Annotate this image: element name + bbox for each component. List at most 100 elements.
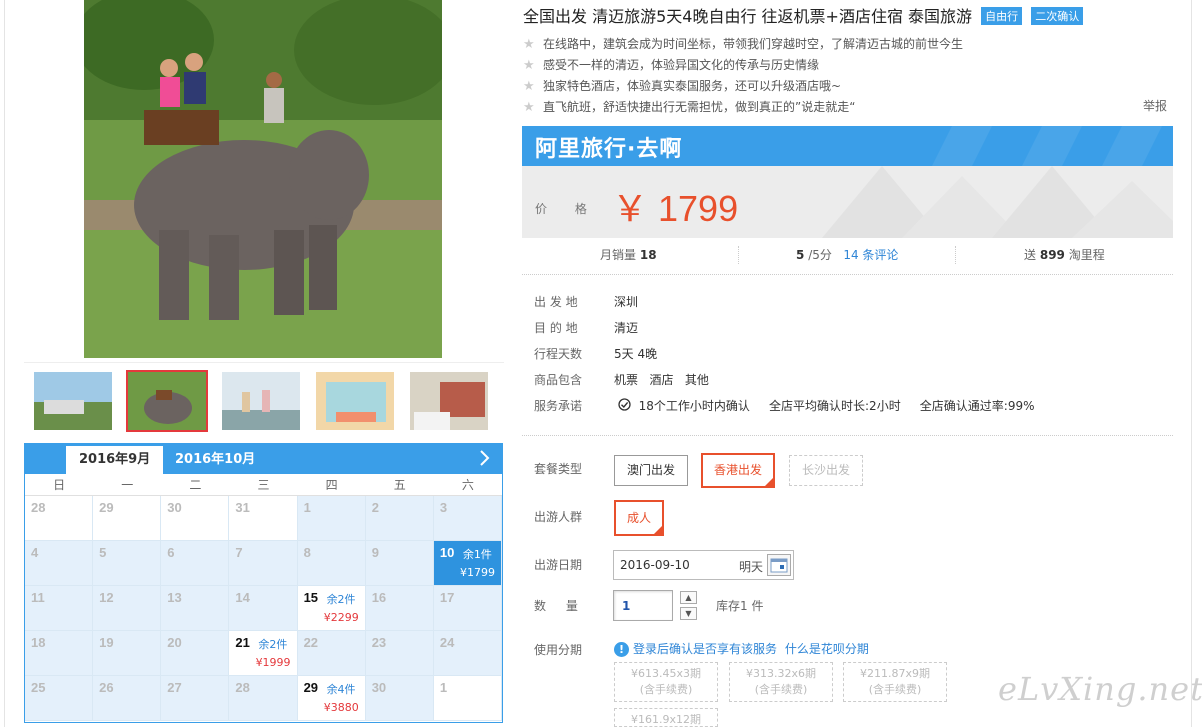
date-value: 2016-09-10 bbox=[620, 558, 690, 572]
travel-date-input[interactable]: 2016-09-10 明天 bbox=[613, 550, 794, 580]
date-label: 出游日期 bbox=[534, 558, 583, 572]
brand-name: 阿里旅行·去啊 bbox=[535, 137, 683, 162]
day-number: 15 bbox=[303, 590, 319, 605]
tag-free-travel: 自由行 bbox=[981, 7, 1023, 25]
day-stock: 余1件 bbox=[462, 548, 492, 561]
service-item: 全店平均确认时长:2小时 bbox=[769, 399, 901, 413]
day-number: 2 bbox=[371, 500, 379, 515]
report-link[interactable]: 举报 bbox=[1143, 97, 1167, 114]
weekday-label: 二 bbox=[189, 478, 202, 492]
calendar-day: 4 bbox=[25, 541, 94, 586]
thumbnail-4[interactable] bbox=[314, 370, 396, 432]
feature-list: ★ 在线路中，建筑会成为时间坐标，带领我们穿越时空，了解清迈古城的前世今生 ★ 感受… bbox=[523, 34, 1173, 118]
quantity-increase-button[interactable]: ▲ bbox=[680, 591, 697, 604]
calendar-day: 17 bbox=[433, 586, 502, 631]
calendar-tab-october[interactable]: 2016年10月 bbox=[162, 446, 268, 474]
calendar-day[interactable]: 29 余4件 ¥3880 bbox=[297, 676, 366, 721]
calendar-day: 30 bbox=[365, 676, 434, 721]
day-number: 24 bbox=[439, 635, 455, 650]
day-number: 1 bbox=[303, 500, 311, 515]
day-number: 16 bbox=[371, 590, 387, 605]
price-value: ￥ 1799 bbox=[612, 188, 739, 229]
info-label: 服务承诺 bbox=[534, 399, 583, 413]
brand-bar: 阿里旅行·去啊 bbox=[522, 126, 1173, 166]
installment-help-link[interactable]: 什么是花呗分期 bbox=[785, 642, 869, 656]
info-duration: 行程天数 5天 4晚 bbox=[534, 344, 657, 364]
quantity-input[interactable]: 1 bbox=[613, 590, 673, 621]
calendar-day: 24 bbox=[433, 631, 502, 676]
day-number: 17 bbox=[439, 590, 455, 605]
day-number: 14 bbox=[235, 590, 250, 605]
chevron-right-icon[interactable] bbox=[478, 448, 492, 468]
calendar-day: 23 bbox=[365, 631, 434, 676]
travelers-option-adult[interactable]: 成人 bbox=[614, 500, 665, 558]
day-stock: 余4件 bbox=[326, 683, 356, 696]
page-border-right bbox=[1191, 0, 1192, 727]
calendar-day[interactable]: 10 余1件 ¥1799 bbox=[433, 541, 502, 586]
package-option-hongkong[interactable]: 香港出发 bbox=[701, 453, 776, 509]
feature-text: 独家特色酒店，体验真实泰国服务，还可以升级酒店哦~ bbox=[543, 79, 842, 93]
thumbnail-2-selected[interactable] bbox=[126, 370, 208, 432]
calendar-day: 29 bbox=[93, 496, 162, 541]
rating-score: 5 bbox=[796, 248, 805, 262]
weekday-label: 日 bbox=[53, 478, 66, 492]
monthly-sales-count: 18 bbox=[639, 248, 657, 262]
calendar-day: 28 bbox=[25, 496, 94, 541]
calendar-day: 27 bbox=[161, 676, 230, 721]
installment-login-link[interactable]: 登录后确认是否享有该服务 bbox=[633, 642, 777, 656]
reviews-link[interactable]: 14 条评论 bbox=[843, 248, 898, 262]
calendar-header: 2016年9月 2016年10月 bbox=[25, 444, 502, 474]
divider bbox=[955, 246, 956, 264]
installment-fee: (含手续费) bbox=[868, 683, 922, 696]
price-label: 价 格 bbox=[535, 202, 599, 216]
calendar-day: 8 bbox=[297, 541, 366, 586]
day-price: ¥2299 bbox=[323, 611, 359, 624]
installment-amount: ¥161.9x12期 bbox=[631, 713, 701, 726]
installment-label: 使用分期 bbox=[534, 643, 583, 657]
day-price: ¥3880 bbox=[323, 701, 359, 714]
thumbnail-5[interactable] bbox=[408, 370, 490, 432]
calendar-day: 11 bbox=[25, 586, 94, 631]
thumbnail-3[interactable] bbox=[220, 370, 302, 432]
star-icon: ★ bbox=[523, 58, 535, 73]
info-includes: 商品包含 机票 酒店 其他 bbox=[534, 370, 709, 390]
calendar-tab-september[interactable]: 2016年9月 bbox=[66, 446, 164, 474]
day-number: 25 bbox=[31, 680, 46, 695]
calendar-day: 19 bbox=[93, 631, 162, 676]
day-number: 29 bbox=[99, 500, 114, 515]
feature-item: ★ 直飞航班，舒适快捷出行无需担忧，做到真正的”说走就走“ bbox=[523, 97, 1173, 118]
feature-item: ★ 在线路中，建筑会成为时间坐标，带领我们穿越时空，了解清迈古城的前世今生 bbox=[523, 34, 1173, 55]
installment-fee: (含手续费) bbox=[754, 683, 808, 696]
quantity-label: 数 量 bbox=[534, 599, 586, 613]
installment-amount: ¥613.45x3期 bbox=[631, 667, 701, 680]
price-area: 价 格 ￥ 1799 bbox=[522, 166, 1173, 238]
info-service: 服务承诺 18个工作小时内确认 全店平均确认时长:2小时 全店确认通过率:99% bbox=[534, 396, 1035, 416]
installment-amount: ¥313.32x6期 bbox=[746, 667, 816, 680]
points-suffix: 淘里程 bbox=[1068, 248, 1105, 262]
day-number: 18 bbox=[31, 635, 46, 650]
option-label: 澳门出发 bbox=[627, 463, 676, 477]
package-label: 套餐类型 bbox=[534, 462, 583, 476]
calendar-day[interactable]: 21 余2件 ¥1999 bbox=[229, 631, 298, 676]
calendar-day: 9 bbox=[365, 541, 434, 586]
calendar-day: 28 bbox=[229, 676, 298, 721]
day-number: 26 bbox=[99, 680, 114, 695]
calendar-day[interactable]: 15 余2件 ¥2299 bbox=[297, 586, 366, 631]
feature-text: 感受不一样的清迈，体验异国文化的传承与历史情缘 bbox=[543, 58, 820, 72]
calendar-day: 1 bbox=[433, 676, 502, 721]
info-label: 目 的 地 bbox=[534, 321, 578, 335]
weekday-label: 一 bbox=[121, 478, 134, 492]
points-prefix: 送 bbox=[1024, 248, 1037, 262]
quantity-decrease-button[interactable]: ▼ bbox=[680, 607, 697, 620]
day-number: 19 bbox=[99, 635, 114, 650]
info-value: 机票 酒店 其他 bbox=[614, 373, 709, 387]
installment-fee: (含手续费) bbox=[639, 683, 693, 696]
calendar-icon[interactable] bbox=[767, 554, 791, 576]
package-option-macau[interactable]: 澳门出发 bbox=[614, 455, 689, 486]
day-stock: 余2件 bbox=[326, 593, 356, 606]
check-corner-icon bbox=[653, 525, 664, 558]
calendar-day: 7 bbox=[229, 541, 298, 586]
check-circle-icon bbox=[618, 397, 631, 417]
thumbnail-1[interactable] bbox=[32, 370, 114, 432]
rating: 5 /5分 14 条评论 bbox=[796, 244, 898, 266]
